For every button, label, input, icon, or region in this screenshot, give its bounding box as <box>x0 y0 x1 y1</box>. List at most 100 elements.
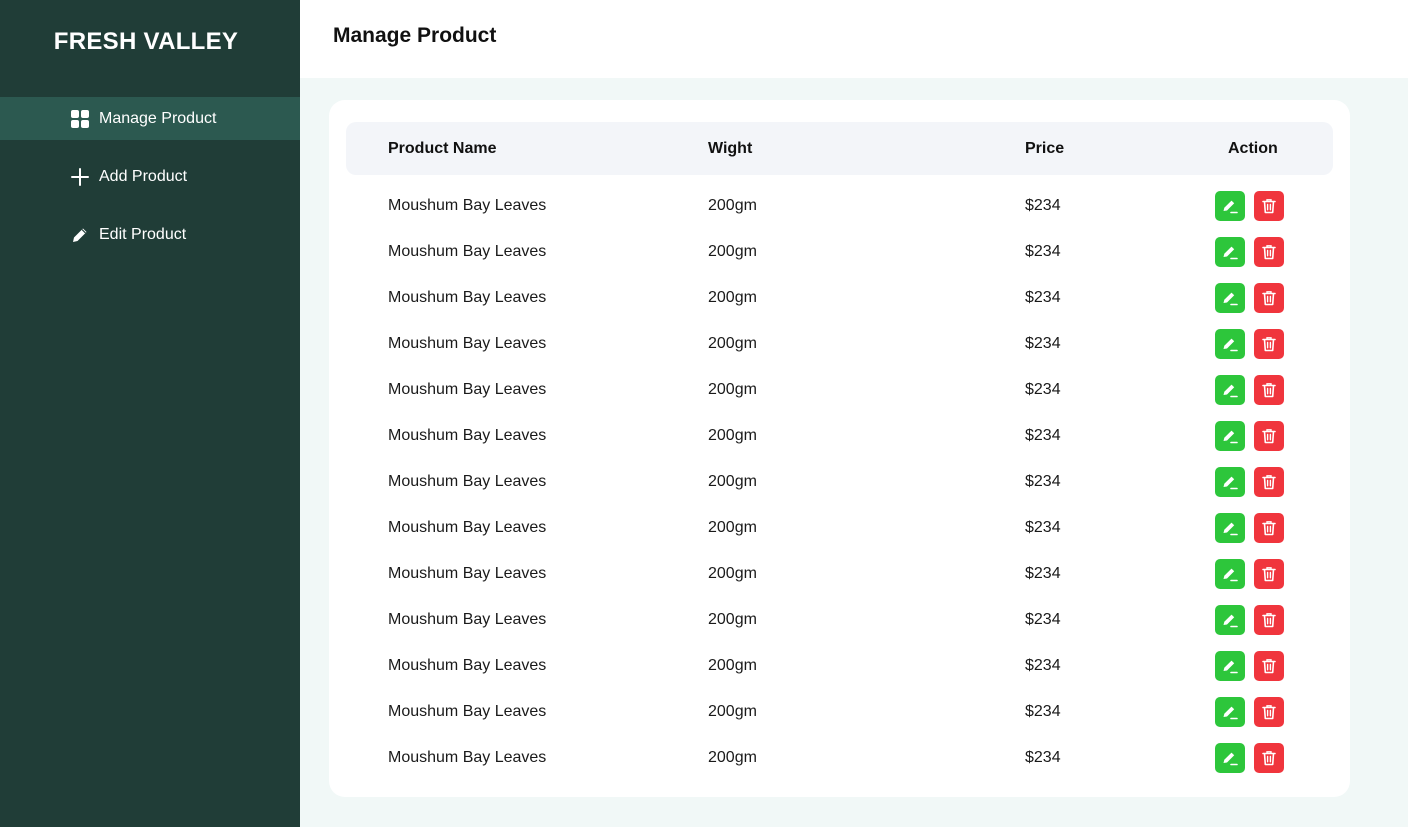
table-row: Moushum Bay Leaves 200gm $234 <box>346 229 1333 275</box>
column-header-weight: Wight <box>708 139 753 157</box>
delete-button[interactable] <box>1254 651 1284 681</box>
delete-button[interactable] <box>1254 421 1284 451</box>
table-row: Moushum Bay Leaves 200gm $234 <box>346 551 1333 597</box>
weight-cell: 200gm <box>708 243 757 260</box>
price-cell: $234 <box>1025 197 1061 214</box>
delete-button[interactable] <box>1254 375 1284 405</box>
action-cell <box>1215 237 1333 267</box>
sidebar-item-manage-product[interactable]: Manage Product <box>0 97 300 140</box>
weight-cell: 200gm <box>708 703 757 720</box>
product-name-cell: Moushum Bay Leaves <box>388 381 547 398</box>
price-cell: $234 <box>1025 703 1061 720</box>
price-cell: $234 <box>1025 519 1061 536</box>
edit-icon <box>1223 614 1238 628</box>
edit-icon <box>1223 430 1238 444</box>
edit-button[interactable] <box>1215 237 1245 267</box>
action-cell <box>1215 697 1333 727</box>
trash-icon <box>1262 199 1276 214</box>
action-cell <box>1215 743 1333 773</box>
weight-cell: 200gm <box>708 611 757 628</box>
trash-icon <box>1262 475 1276 490</box>
delete-button[interactable] <box>1254 467 1284 497</box>
delete-button[interactable] <box>1254 513 1284 543</box>
price-cell: $234 <box>1025 657 1061 674</box>
page-title: Manage Product <box>333 24 497 47</box>
trash-icon <box>1262 705 1276 720</box>
main-area: Manage Product Product Name Wight Price … <box>300 0 1408 827</box>
edit-icon <box>1223 752 1238 766</box>
table-row: Moushum Bay Leaves 200gm $234 <box>346 643 1333 689</box>
sidebar-item-label: Edit Product <box>99 225 187 243</box>
trash-icon <box>1262 291 1276 306</box>
delete-button[interactable] <box>1254 559 1284 589</box>
edit-button[interactable] <box>1215 743 1245 773</box>
product-name-cell: Moushum Bay Leaves <box>388 473 547 490</box>
delete-button[interactable] <box>1254 237 1284 267</box>
table-row: Moushum Bay Leaves 200gm $234 <box>346 597 1333 643</box>
table-body: Moushum Bay Leaves 200gm $234 Moushum Ba… <box>346 175 1333 781</box>
trash-icon <box>1262 567 1276 582</box>
weight-cell: 200gm <box>708 565 757 582</box>
edit-button[interactable] <box>1215 421 1245 451</box>
delete-button[interactable] <box>1254 743 1284 773</box>
weight-cell: 200gm <box>708 289 757 306</box>
edit-icon <box>1223 476 1238 490</box>
pencil-icon <box>70 225 90 245</box>
action-cell <box>1215 283 1333 313</box>
price-cell: $234 <box>1025 243 1061 260</box>
edit-button[interactable] <box>1215 467 1245 497</box>
edit-button[interactable] <box>1215 559 1245 589</box>
trash-icon <box>1262 659 1276 674</box>
edit-icon <box>1223 246 1238 260</box>
action-cell <box>1215 329 1333 359</box>
edit-icon <box>1223 384 1238 398</box>
product-name-cell: Moushum Bay Leaves <box>388 289 547 306</box>
price-cell: $234 <box>1025 473 1061 490</box>
brand-logo: FRESH VALLEY <box>53 28 239 55</box>
table-row: Moushum Bay Leaves 200gm $234 <box>346 459 1333 505</box>
edit-icon <box>1223 292 1238 306</box>
delete-button[interactable] <box>1254 697 1284 727</box>
sidebar-item-add-product[interactable]: Add Product <box>0 155 300 198</box>
edit-button[interactable] <box>1215 697 1245 727</box>
delete-button[interactable] <box>1254 605 1284 635</box>
product-name-cell: Moushum Bay Leaves <box>388 749 547 766</box>
product-name-cell: Moushum Bay Leaves <box>388 703 547 720</box>
price-cell: $234 <box>1025 335 1061 352</box>
edit-button[interactable] <box>1215 605 1245 635</box>
weight-cell: 200gm <box>708 197 757 214</box>
weight-cell: 200gm <box>708 519 757 536</box>
action-cell <box>1215 605 1333 635</box>
price-cell: $234 <box>1025 611 1061 628</box>
sidebar-item-edit-product[interactable]: Edit Product <box>0 213 300 256</box>
action-cell <box>1215 421 1333 451</box>
edit-button[interactable] <box>1215 191 1245 221</box>
trash-icon <box>1262 383 1276 398</box>
edit-icon <box>1223 706 1238 720</box>
edit-icon <box>1223 338 1238 352</box>
edit-button[interactable] <box>1215 651 1245 681</box>
product-name-cell: Moushum Bay Leaves <box>388 611 547 628</box>
sidebar-item-label: Manage Product <box>99 109 217 127</box>
edit-button[interactable] <box>1215 513 1245 543</box>
action-cell <box>1215 375 1333 405</box>
action-cell <box>1215 513 1333 543</box>
table-row: Moushum Bay Leaves 200gm $234 <box>346 505 1333 551</box>
edit-icon <box>1223 522 1238 536</box>
column-header-action: Action <box>1228 139 1278 157</box>
table-row: Moushum Bay Leaves 200gm $234 <box>346 183 1333 229</box>
action-cell <box>1215 559 1333 589</box>
edit-button[interactable] <box>1215 283 1245 313</box>
delete-button[interactable] <box>1254 329 1284 359</box>
edit-icon <box>1223 200 1238 214</box>
product-name-cell: Moushum Bay Leaves <box>388 657 547 674</box>
edit-button[interactable] <box>1215 375 1245 405</box>
delete-button[interactable] <box>1254 283 1284 313</box>
plus-icon <box>70 167 90 187</box>
table-row: Moushum Bay Leaves 200gm $234 <box>346 367 1333 413</box>
weight-cell: 200gm <box>708 335 757 352</box>
table-row: Moushum Bay Leaves 200gm $234 <box>346 413 1333 459</box>
delete-button[interactable] <box>1254 191 1284 221</box>
edit-button[interactable] <box>1215 329 1245 359</box>
product-name-cell: Moushum Bay Leaves <box>388 197 547 214</box>
